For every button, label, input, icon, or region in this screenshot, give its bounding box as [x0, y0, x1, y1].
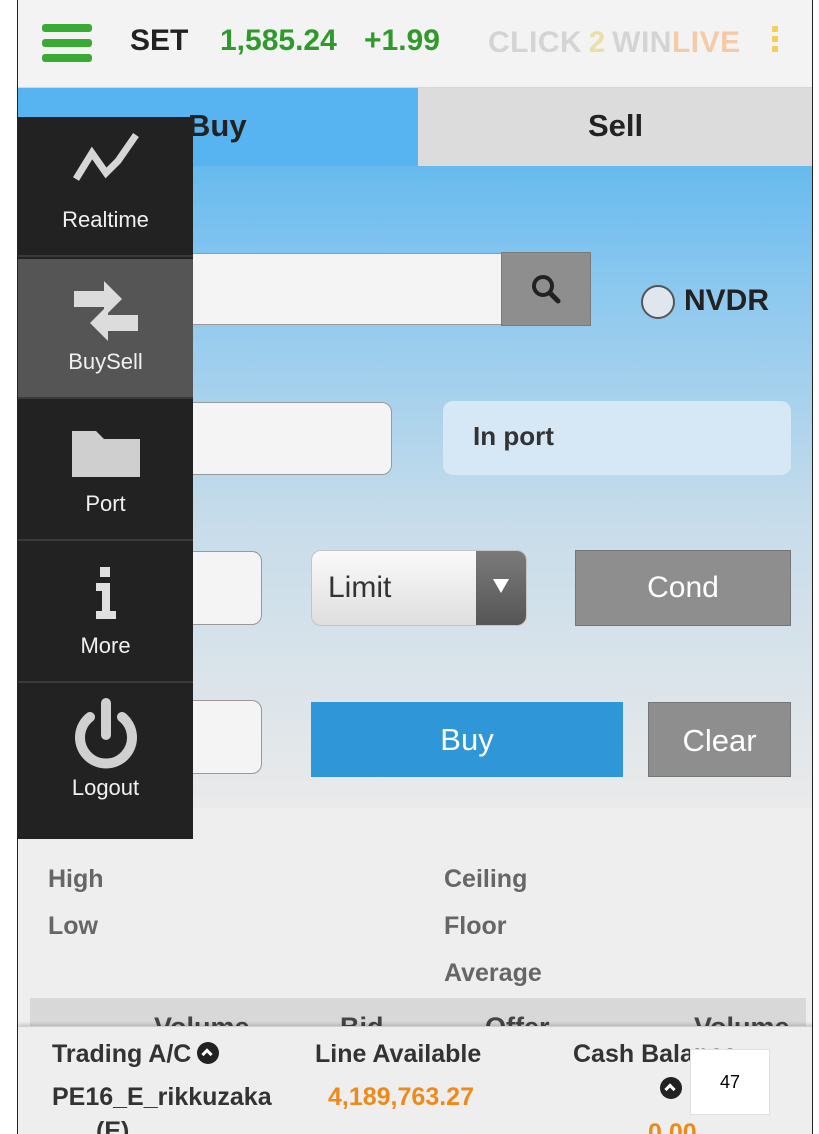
cond-button[interactable]: Cond [575, 550, 791, 626]
kebab-icon[interactable] [770, 26, 780, 56]
trading-ac-header[interactable]: Trading A/C [52, 1040, 220, 1069]
stat-floor-label: Floor [444, 912, 507, 940]
order-type-select[interactable]: Limit [311, 550, 527, 626]
cash-balance-value: 0.00 [648, 1119, 697, 1134]
account-suffix: (E) [96, 1117, 130, 1134]
tab-sell-label: Sell [588, 108, 644, 143]
in-port-field: In port [443, 401, 791, 475]
brand-live: LIVE [671, 26, 741, 59]
info-icon [95, 567, 116, 619]
swap-arrows-icon [73, 281, 138, 341]
stat-ceiling-label: Ceiling [444, 865, 528, 893]
chevron-up-icon [197, 1042, 220, 1065]
chevron-down-icon [476, 551, 526, 625]
brand-click: CLICK [488, 26, 583, 59]
cash-balance-toggle[interactable] [654, 1077, 682, 1099]
cond-label: Cond [647, 571, 719, 604]
account-id: PE16_E_rikkuzaka [52, 1083, 272, 1111]
chevron-up-icon [660, 1077, 682, 1099]
stat-low-label: Low [48, 912, 98, 940]
trading-ac-label: Trading A/C [52, 1040, 192, 1068]
in-port-label: In port [473, 421, 554, 451]
menu-label-realtime: Realtime [62, 207, 149, 232]
symbol-input[interactable] [178, 253, 502, 325]
order-type-value: Limit [328, 571, 392, 604]
menu-label-logout: Logout [71, 775, 140, 800]
menu-label-buysell: BuySell [68, 349, 143, 374]
stat-average-label: Average [444, 959, 542, 987]
top-bar: SET 1,585.24 +1.99 CLICK 2 WINLIVE [18, 0, 812, 88]
search-icon [532, 275, 561, 304]
page-number: 47 [719, 1072, 741, 1092]
menu-item-realtime[interactable]: Realtime [18, 117, 193, 257]
brand-two: 2 [588, 26, 606, 59]
menu-label-port: Port [85, 491, 126, 516]
line-chart-icon [72, 133, 139, 181]
index-value: 1,585.24 [220, 24, 337, 57]
menu-label-more: More [80, 633, 131, 658]
clear-button-label: Clear [682, 723, 757, 758]
menu-item-logout[interactable]: Logout [18, 685, 193, 825]
buy-button[interactable]: Buy [311, 702, 623, 777]
volume-input[interactable] [178, 402, 392, 475]
menu-item-buysell[interactable]: BuySell [18, 259, 193, 399]
index-change: +1.99 [364, 24, 440, 57]
search-button[interactable] [501, 252, 591, 326]
power-icon [74, 698, 137, 769]
menu-item-more[interactable]: More [18, 543, 193, 683]
stat-high-label: High [48, 865, 104, 893]
index-name: SET [130, 24, 189, 57]
app-frame: SET 1,585.24 +1.99 CLICK 2 WINLIVE Buy Sel… [17, 0, 813, 1134]
page-number-box: 47 [690, 1049, 770, 1115]
line-available-label: Line Available [315, 1040, 482, 1068]
menu-item-port[interactable]: Port [18, 401, 193, 541]
line-available-value: 4,189,763.27 [328, 1083, 474, 1111]
brand-logo: CLICK 2 WINLIVE [488, 26, 741, 60]
nvdr-checkbox[interactable] [641, 285, 675, 319]
clear-button[interactable]: Clear [648, 702, 791, 777]
brand-win: WIN [612, 26, 672, 59]
side-menu: Realtime BuySell Port More Logout [18, 117, 193, 839]
tab-buy-label: Buy [188, 108, 247, 143]
hamburger-icon[interactable] [42, 24, 92, 62]
buy-button-label: Buy [440, 722, 494, 757]
tab-sell[interactable]: Sell [418, 88, 812, 166]
folder-icon [71, 431, 140, 477]
nvdr-label: NVDR [684, 284, 770, 317]
